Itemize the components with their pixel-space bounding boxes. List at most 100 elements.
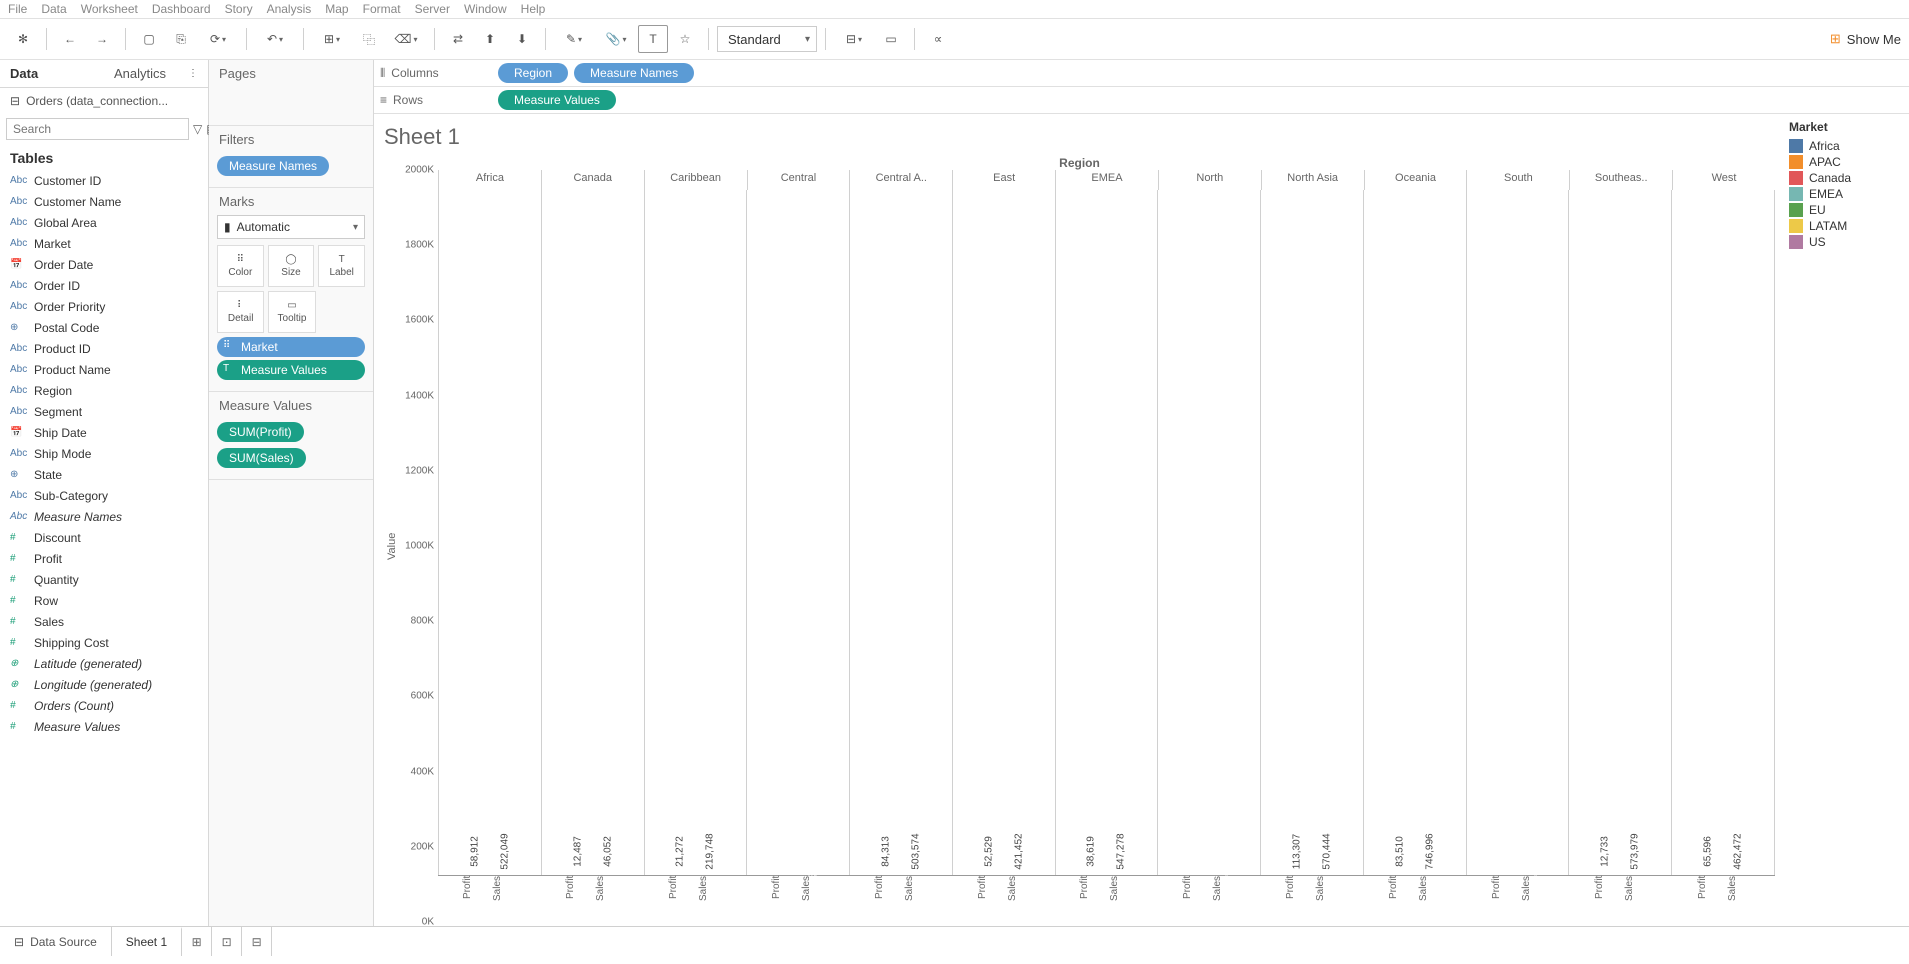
mark-detail-button[interactable]: ⠇Detail [217,291,264,333]
tab-analytics[interactable]: Analytics⋮ [104,60,208,87]
clear-icon[interactable]: ⌫ [386,25,426,53]
field-order-priority[interactable]: AbcOrder Priority [0,296,208,317]
mark-color-button[interactable]: ⠿Color [217,245,264,287]
field-sub-category[interactable]: AbcSub-Category [0,485,208,506]
column-pill-measure-names[interactable]: Measure Names [574,63,694,83]
mark-size-button[interactable]: ◯Size [268,245,315,287]
legend-item-canada[interactable]: Canada [1789,170,1899,186]
region-header[interactable]: South [1466,170,1569,190]
field-measure-names[interactable]: AbcMeasure Names [0,506,208,527]
back-icon[interactable]: ← [55,25,85,53]
highlight-icon[interactable]: ✎ [554,25,594,53]
filters-shelf[interactable]: Filters [209,126,373,153]
label-toggle-icon[interactable]: T [638,25,668,53]
new-story-tab-icon[interactable]: ⊟ [242,927,272,956]
region-header[interactable]: Caribbean [644,170,747,190]
tableau-logo-icon[interactable]: ✻ [8,25,38,53]
menu-map[interactable]: Map [325,2,348,16]
region-header[interactable]: West [1672,170,1775,190]
save-icon[interactable]: ▢ [134,25,164,53]
filter-icon[interactable]: ▽ [193,122,202,136]
region-header[interactable]: Southeas.. [1569,170,1672,190]
region-header[interactable]: Central A.. [849,170,952,190]
mark-label-button[interactable]: TLabel [318,245,365,287]
region-header[interactable]: EMEA [1055,170,1158,190]
field-quantity[interactable]: #Quantity [0,569,208,590]
region-header[interactable]: East [952,170,1055,190]
duplicate-icon[interactable]: ⿻ [354,25,384,53]
field-longitude-generated-[interactable]: ⊕Longitude (generated) [0,674,208,695]
legend-item-emea[interactable]: EMEA [1789,186,1899,202]
datasource-item[interactable]: ⊟ Orders (data_connection... [0,88,208,114]
field-latitude-generated-[interactable]: ⊕Latitude (generated) [0,653,208,674]
new-worksheet-icon[interactable]: ⊞ [312,25,352,53]
region-header[interactable]: North [1158,170,1261,190]
region-header[interactable]: Canada [541,170,644,190]
legend-item-apac[interactable]: APAC [1789,154,1899,170]
column-pill-region[interactable]: Region [498,63,568,83]
sheet-title[interactable]: Sheet 1 [384,124,1775,150]
menu-story[interactable]: Story [225,2,253,16]
field-state[interactable]: ⊕State [0,464,208,485]
datasource-tab[interactable]: ⊟Data Source [0,927,112,956]
field-customer-id[interactable]: AbcCustomer ID [0,170,208,191]
undo-icon[interactable]: ↶ [255,25,295,53]
show-me-button[interactable]: ⊞ Show Me [1830,31,1901,47]
menu-server[interactable]: Server [415,2,450,16]
cards-icon[interactable]: ⊟ [834,25,874,53]
field-profit[interactable]: #Profit [0,548,208,569]
analytics-menu-icon[interactable]: ⋮ [188,68,198,79]
search-input[interactable] [6,118,189,140]
menu-window[interactable]: Window [464,2,507,16]
legend-item-latam[interactable]: LATAM [1789,218,1899,234]
row-pill-measure-values[interactable]: Measure Values [498,90,616,110]
mark-pill-measure-values[interactable]: TMeasure Values [217,360,365,380]
rows-shelf[interactable]: ≡Rows Measure Values [374,87,1909,114]
field-ship-mode[interactable]: AbcShip Mode [0,443,208,464]
field-global-area[interactable]: AbcGlobal Area [0,212,208,233]
new-worksheet-tab-icon[interactable]: ⊞ [182,927,212,956]
field-product-id[interactable]: AbcProduct ID [0,338,208,359]
field-order-id[interactable]: AbcOrder ID [0,275,208,296]
field-postal-code[interactable]: ⊕Postal Code [0,317,208,338]
swap-icon[interactable]: ⇄ [443,25,473,53]
region-header[interactable]: Africa [438,170,541,190]
field-row[interactable]: #Row [0,590,208,611]
columns-shelf[interactable]: ⦀Columns Region Measure Names [374,60,1909,87]
refresh-icon[interactable]: ⟳ [198,25,238,53]
field-segment[interactable]: AbcSegment [0,401,208,422]
pin-icon[interactable]: ☆ [670,25,700,53]
share-icon[interactable]: ∝ [923,25,953,53]
forward-icon[interactable]: → [87,25,117,53]
pages-shelf[interactable]: Pages [209,60,373,87]
region-header[interactable]: North Asia [1261,170,1364,190]
mark-pill-market[interactable]: ⠿Market [217,337,365,357]
color-legend[interactable]: Market AfricaAPACCanadaEMEAEULATAMUS [1779,114,1909,926]
legend-item-eu[interactable]: EU [1789,202,1899,218]
group-icon[interactable]: 📎 [596,25,636,53]
menu-dashboard[interactable]: Dashboard [152,2,211,16]
new-data-icon[interactable]: ⎘ [166,25,196,53]
sort-desc-icon[interactable]: ⬇ [507,25,537,53]
mark-tooltip-button[interactable]: ▭Tooltip [268,291,315,333]
field-discount[interactable]: #Discount [0,527,208,548]
menu-worksheet[interactable]: Worksheet [81,2,138,16]
new-dashboard-tab-icon[interactable]: ⊡ [212,927,242,956]
field-orders-count-[interactable]: #Orders (Count) [0,695,208,716]
mv-pill-sales[interactable]: SUM(Sales) [217,448,306,468]
legend-item-us[interactable]: US [1789,234,1899,250]
mark-type-selector[interactable]: ▮Automatic [217,215,365,239]
field-market[interactable]: AbcMarket [0,233,208,254]
chart-plot-area[interactable]: 58,912522,04912,48746,05221,272219,74835… [438,190,1775,876]
fit-selector[interactable]: Standard [717,26,817,52]
field-shipping-cost[interactable]: #Shipping Cost [0,632,208,653]
field-customer-name[interactable]: AbcCustomer Name [0,191,208,212]
field-product-name[interactable]: AbcProduct Name [0,359,208,380]
field-region[interactable]: AbcRegion [0,380,208,401]
sort-asc-icon[interactable]: ⬆ [475,25,505,53]
menu-help[interactable]: Help [521,2,546,16]
field-order-date[interactable]: 📅Order Date [0,254,208,275]
field-sales[interactable]: #Sales [0,611,208,632]
tab-data[interactable]: Data [0,60,104,87]
field-ship-date[interactable]: 📅Ship Date [0,422,208,443]
